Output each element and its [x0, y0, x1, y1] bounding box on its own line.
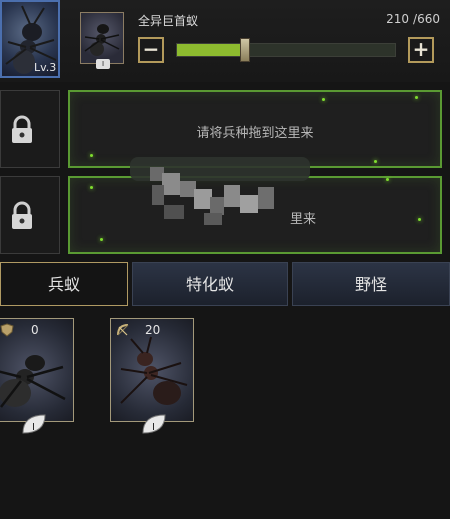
- decrease-button[interactable]: −: [138, 37, 164, 63]
- ant-icon: [0, 355, 66, 408]
- minus-icon: −: [142, 37, 160, 61]
- unit-count: 0: [31, 323, 39, 337]
- unit-card-1[interactable]: 0 I: [0, 318, 74, 434]
- count-current: 210: [386, 12, 410, 26]
- tab-special-ants[interactable]: 特化蚁: [132, 262, 288, 306]
- tier-badge: I: [142, 414, 166, 434]
- spark: [322, 98, 325, 101]
- spark: [386, 178, 389, 181]
- top-panel: [0, 0, 450, 82]
- troop-count: 210/660: [386, 12, 440, 26]
- blurred-overlay: [130, 157, 320, 237]
- tier-label: I: [152, 422, 155, 433]
- tier-badge: I: [96, 59, 110, 69]
- level-badge: Lv.3: [34, 61, 57, 74]
- unit-name: 全异巨首蚁: [138, 14, 199, 28]
- ant-icon: [84, 24, 120, 56]
- spark: [374, 160, 377, 163]
- slider-fill: [177, 44, 246, 56]
- tab-soldier-ants[interactable]: 兵蚁: [0, 262, 128, 306]
- drop-hint: 请将兵种拖到这里来: [196, 126, 314, 141]
- tab-wild-monsters[interactable]: 野怪: [292, 262, 450, 306]
- tier-badge: I: [22, 414, 46, 434]
- quantity-slider[interactable]: [176, 38, 396, 62]
- spark: [100, 238, 103, 241]
- spark: [90, 186, 93, 189]
- spark: [90, 154, 93, 157]
- unit-thumbnail: I: [80, 12, 124, 69]
- lock-icon: [12, 201, 32, 229]
- ant-icon: [120, 336, 188, 405]
- slider-handle[interactable]: [240, 38, 251, 62]
- lead-ant-portrait[interactable]: Lv.3: [0, 0, 60, 78]
- shield-icon: [0, 323, 14, 337]
- locked-slot-1[interactable]: [0, 90, 60, 168]
- unit-card-2[interactable]: 20 I: [110, 318, 194, 434]
- spark: [415, 96, 418, 99]
- tier-label: I: [32, 422, 35, 433]
- locked-slot-2[interactable]: [0, 176, 60, 254]
- plus-icon: +: [412, 37, 430, 61]
- increase-button[interactable]: +: [408, 37, 434, 63]
- spark: [418, 218, 421, 221]
- category-tabs: 兵蚁 特化蚁 野怪: [0, 262, 450, 306]
- lock-icon: [12, 115, 32, 143]
- count-max: /660: [413, 12, 440, 26]
